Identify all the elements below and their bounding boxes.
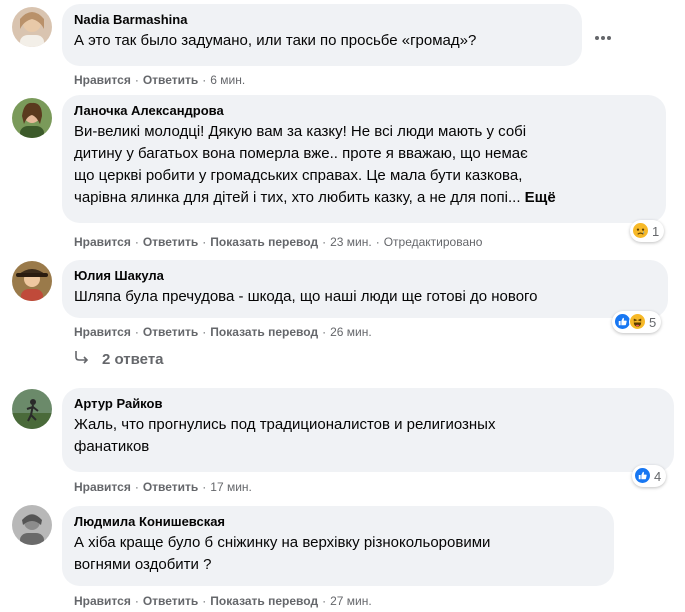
reaction-summary[interactable]: 1 [630, 220, 665, 242]
reply-arrow-icon [74, 350, 90, 368]
comment-text-line: А хіба краще було б сніжинку на верхівку… [74, 534, 491, 551]
comment-text-line: чарівна ялинка для дітей і тих, хто люби… [74, 187, 654, 209]
comment-text-line: Жаль, что прогнулись под традиционалисто… [74, 416, 496, 433]
reply-button[interactable]: Ответить [143, 480, 198, 494]
reaction-count: 5 [649, 314, 657, 330]
reaction-count: 1 [652, 223, 660, 239]
reaction-count: 4 [654, 468, 662, 484]
reply-button[interactable]: Ответить [143, 325, 198, 339]
comment-text-truncated: чарівна ялинка для дітей і тих, хто люби… [74, 189, 521, 206]
replies-count[interactable]: 2 ответа [102, 351, 164, 368]
comment-author[interactable]: Артур Райков [74, 396, 662, 412]
more-horizontal-icon[interactable] [589, 24, 617, 52]
avatar[interactable] [12, 98, 52, 138]
comment-text: А это так было задумано, или таки по про… [74, 32, 477, 49]
reaction-summary[interactable]: 4 [632, 465, 667, 487]
comment-bubble: Nadia Barmashina А это так было задумано… [62, 4, 582, 66]
comment-text: Шляпа була пречудова - шкода, що наші лю… [74, 288, 538, 305]
timestamp[interactable]: 17 мин. [210, 480, 252, 494]
see-more-link[interactable]: Ещё [525, 189, 556, 206]
edited-label: Отредактировано [383, 235, 483, 249]
timestamp[interactable]: 23 мин. [330, 235, 372, 249]
comment-text-line: дитину у багатьох вона померла вже.. про… [74, 145, 528, 162]
avatar[interactable] [12, 261, 52, 301]
comment-text-line: вогнями оздобити ? [74, 556, 212, 573]
comment-actions: Нравится · Ответить · Показать перевод · 23 ми… [74, 235, 483, 249]
avatar[interactable] [12, 389, 52, 429]
like-button[interactable]: Нравится [74, 480, 131, 494]
avatar[interactable] [12, 7, 52, 47]
comment-author[interactable]: Nadia Barmashina [74, 12, 570, 28]
timestamp[interactable]: 26 мин. [330, 325, 372, 339]
comment-bubble: Юлия Шакула Шляпа була пречудова - шкода… [62, 260, 668, 318]
view-replies-link[interactable]: 2 ответа [74, 350, 164, 368]
like-button[interactable]: Нравится [74, 73, 131, 87]
comment-bubble: Артур Райков Жаль, что прогнулись под тр… [62, 388, 674, 472]
comment-text-line: фанатиков [74, 438, 150, 455]
translate-button[interactable]: Показать перевод [210, 325, 318, 339]
reply-button[interactable]: Ответить [143, 235, 198, 249]
translate-button[interactable]: Показать перевод [210, 235, 318, 249]
like-button[interactable]: Нравится [74, 325, 131, 339]
comment-actions: Нравится · Ответить · 6 мин. [74, 73, 246, 87]
reply-button[interactable]: Ответить [143, 73, 198, 87]
reaction-summary[interactable]: 5 [612, 311, 662, 333]
comment-actions: Нравится · Ответить · 17 мин. [74, 480, 252, 494]
comment-actions: Нравится · Ответить · Показать перевод · 26 ми… [74, 325, 372, 339]
comment-author[interactable]: Людмила Конишевская [74, 514, 602, 530]
like-button[interactable]: Нравится [74, 594, 131, 608]
comment-author[interactable]: Ланочка Александрова [74, 103, 654, 119]
translate-button[interactable]: Показать перевод [210, 594, 318, 608]
comment-actions: Нравится · Ответить · Показать перевод · 27 ми… [74, 594, 372, 608]
like-button[interactable]: Нравится [74, 235, 131, 249]
avatar[interactable] [12, 505, 52, 545]
reply-button[interactable]: Ответить [143, 594, 198, 608]
sad-icon [632, 222, 650, 240]
comment-bubble: Ланочка Александрова Ви-великі молодці! … [62, 95, 666, 223]
comment-text-line: Ви-великі молодці! Дякую вам за казку! Н… [74, 123, 527, 140]
haha-icon [629, 313, 647, 331]
timestamp[interactable]: 27 мин. [330, 594, 372, 608]
comment-text-line: що церкві робити у громадських справах. … [74, 167, 523, 184]
like-icon [634, 467, 652, 485]
comment-author[interactable]: Юлия Шакула [74, 268, 656, 284]
comment-bubble: Людмила Конишевская А хіба краще було б … [62, 506, 614, 586]
timestamp[interactable]: 6 мин. [210, 73, 245, 87]
